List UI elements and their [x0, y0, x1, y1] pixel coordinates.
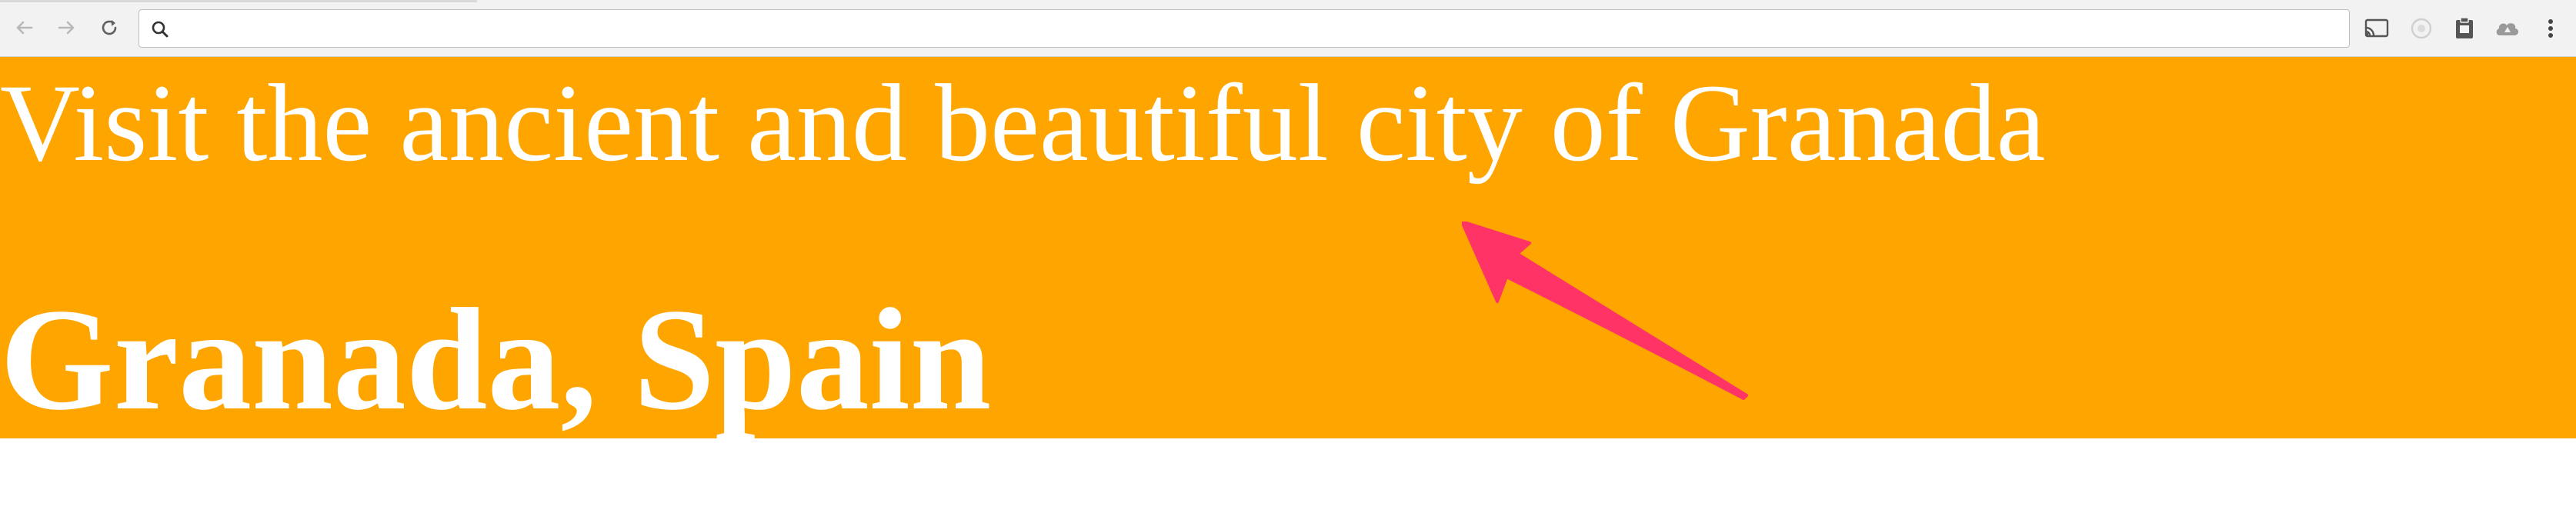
- drive-icon: [2496, 23, 2519, 35]
- browser-toolbar: [0, 0, 2576, 57]
- cast-button[interactable]: [2362, 14, 2391, 43]
- cast-icon: [2364, 18, 2389, 38]
- address-bar[interactable]: [138, 9, 2350, 48]
- hero-title: Granada, Spain: [0, 279, 992, 441]
- back-arrow-icon: [16, 21, 33, 35]
- menu-kebab-icon: [2548, 19, 2553, 38]
- forward-arrow-icon: [58, 21, 75, 35]
- reload-icon: [102, 20, 117, 35]
- hero-tagline: Visit the ancient and beautiful city of …: [0, 62, 2046, 185]
- hero-banner: Visit the ancient and beautiful city of …: [0, 57, 2576, 441]
- tabstrip-edge: [0, 0, 477, 2]
- annotation-arrow-icon: [1462, 222, 1748, 400]
- forward-button[interactable]: [51, 12, 82, 43]
- extension-clipboard-icon: [2456, 17, 2473, 38]
- back-button[interactable]: [9, 12, 40, 43]
- extension-button-2[interactable]: [2450, 14, 2479, 43]
- drive-button[interactable]: [2493, 14, 2522, 43]
- reload-button[interactable]: [94, 12, 125, 43]
- extension-circle-icon: [2411, 18, 2432, 39]
- search-icon: [152, 21, 169, 38]
- extension-button-1[interactable]: [2407, 14, 2436, 43]
- chrome-menu-button[interactable]: [2536, 14, 2565, 43]
